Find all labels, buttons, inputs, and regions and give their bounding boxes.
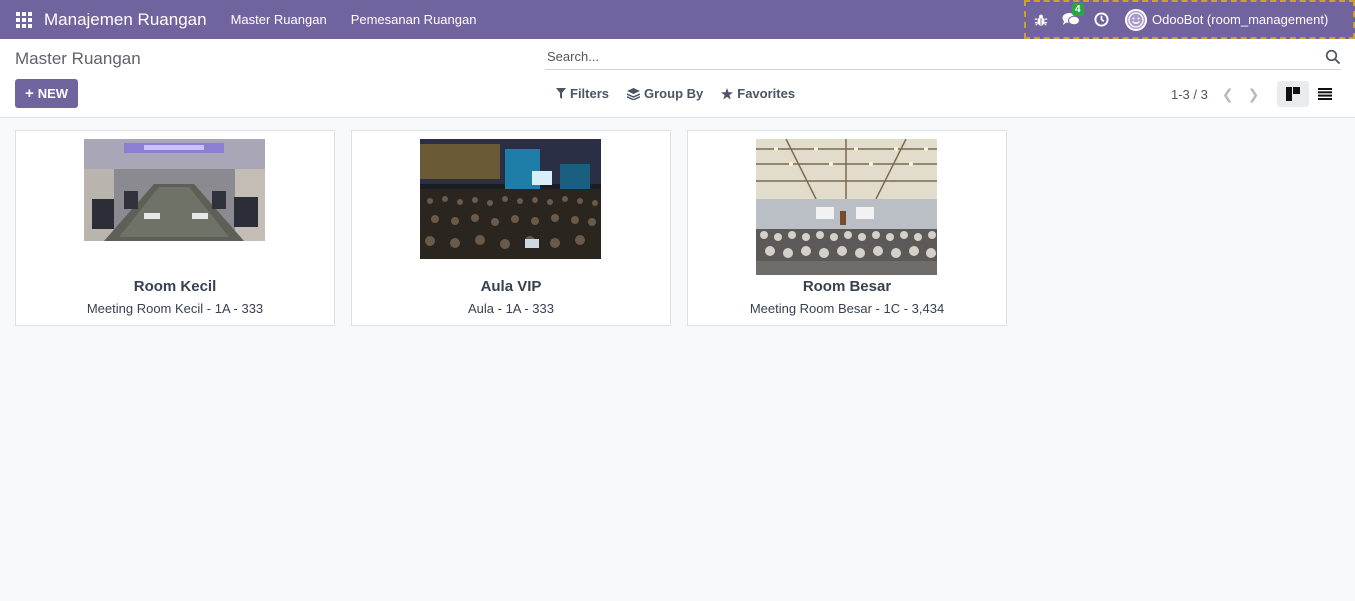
new-button[interactable]: + NEW — [15, 79, 78, 108]
favorites-button[interactable]: Favorites — [721, 86, 795, 101]
top-navbar: Manajemen Ruangan Master Ruangan Pemesan… — [0, 0, 1355, 39]
list-view-icon — [1318, 88, 1332, 100]
pager-previous-icon[interactable]: ❮ — [1222, 86, 1234, 103]
user-menu[interactable]: OdooBot (room_management) — [1125, 8, 1329, 31]
filter-funnel-icon — [556, 88, 566, 99]
messages-count-badge: 4 — [1072, 3, 1084, 16]
star-icon — [721, 87, 734, 99]
view-switcher — [1277, 81, 1341, 107]
room-name: Room Besar — [802, 278, 892, 295]
plus-icon: + — [24, 85, 34, 102]
pager-value[interactable]: 1-3 / 3 — [1171, 87, 1208, 102]
room-detail: Aula - 1A - 333 — [468, 301, 554, 316]
groupby-label: Group By — [644, 86, 704, 101]
room-detail: Meeting Room Kecil - 1A - 333 — [86, 301, 264, 316]
activity-clock-icon[interactable] — [1094, 12, 1109, 27]
room-card[interactable]: Aula VIP Aula - 1A - 333 — [351, 130, 671, 326]
room-detail: Meeting Room Besar - 1C - 3,434 — [749, 301, 945, 316]
avatar-smiley-icon — [1125, 8, 1147, 31]
search-bar — [545, 44, 1341, 70]
groupby-button[interactable]: Group By — [627, 86, 703, 101]
filters-button[interactable]: Filters — [556, 86, 609, 101]
pager: 1-3 / 3 ❮ ❯ — [1171, 86, 1259, 103]
debug-bug-icon[interactable] — [1034, 13, 1048, 27]
new-button-label: NEW — [37, 86, 69, 101]
pager-next-icon[interactable]: ❯ — [1248, 86, 1260, 103]
room-name: Aula VIP — [480, 278, 542, 295]
room-card[interactable]: Room Besar Meeting Room Besar - 1C - 3,4… — [687, 130, 1007, 326]
list-view-button[interactable] — [1309, 81, 1341, 107]
messages-icon[interactable]: 4 — [1062, 3, 1084, 27]
filters-label: Filters — [570, 86, 610, 101]
apps-menu-icon[interactable] — [16, 11, 32, 28]
menu-pemesanan-ruangan[interactable]: Pemesanan Ruangan — [351, 12, 477, 27]
user-name: OdooBot (room_management) — [1152, 12, 1329, 27]
search-options: Filters Group By Favorites — [556, 86, 813, 101]
menu-master-ruangan[interactable]: Master Ruangan — [231, 12, 327, 27]
app-brand[interactable]: Manajemen Ruangan — [44, 10, 207, 30]
control-panel: Master Ruangan + NEW Filters Group By Fa… — [0, 39, 1355, 118]
breadcrumb: Master Ruangan — [15, 49, 141, 68]
kanban-view: Room Kecil Meeting Room Kecil - 1A - 333 — [15, 130, 1023, 326]
auditorium-image — [420, 139, 601, 259]
layers-icon — [627, 87, 641, 100]
conference-hall-image — [756, 139, 937, 275]
meeting-room-image — [84, 139, 265, 241]
room-card[interactable]: Room Kecil Meeting Room Kecil - 1A - 333 — [15, 130, 335, 326]
search-icon[interactable] — [1325, 49, 1341, 65]
favorites-label: Favorites — [737, 86, 796, 101]
search-input[interactable] — [545, 49, 1325, 64]
kanban-view-icon — [1286, 87, 1300, 101]
systray: 4 OdooBot (room_management) — [1024, 0, 1355, 39]
kanban-view-button[interactable] — [1277, 81, 1309, 107]
room-name: Room Kecil — [133, 278, 217, 295]
